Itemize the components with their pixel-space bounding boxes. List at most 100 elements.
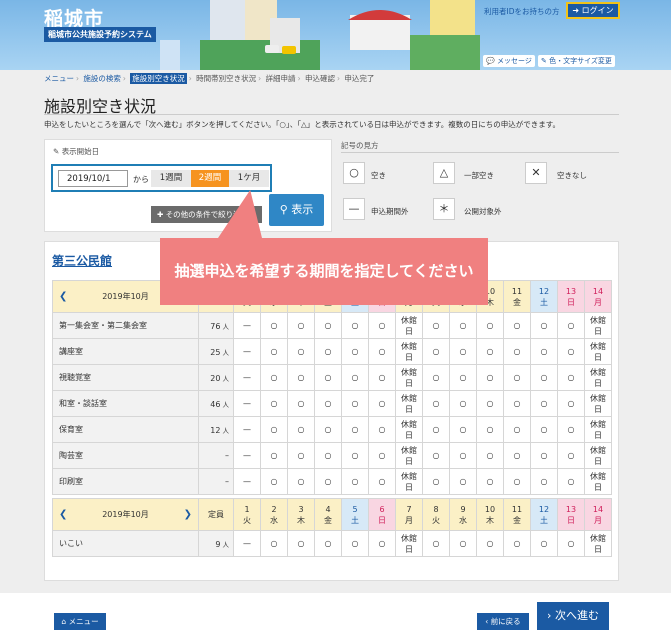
available-cell[interactable]: ○ [368,390,396,417]
day-header[interactable]: 1火 [233,498,261,531]
available-cell[interactable]: ○ [314,364,342,391]
available-cell[interactable]: ○ [341,530,369,557]
available-cell[interactable]: ○ [476,530,504,557]
available-cell[interactable]: ○ [557,364,585,391]
available-cell[interactable]: ○ [503,442,531,469]
available-cell[interactable]: ○ [314,442,342,469]
available-cell[interactable]: ○ [503,530,531,557]
day-header[interactable]: 3木 [287,498,315,531]
available-cell[interactable]: ○ [260,442,288,469]
available-cell[interactable]: ○ [341,442,369,469]
available-cell[interactable]: ○ [341,416,369,443]
available-cell[interactable]: ○ [422,390,450,417]
room-name[interactable]: 陶芸室 [52,442,199,469]
period-2weeks[interactable]: 2週間 [191,170,229,187]
available-cell[interactable]: ○ [341,312,369,339]
available-cell[interactable]: ○ [314,312,342,339]
available-cell[interactable]: ○ [530,390,558,417]
available-cell[interactable]: ○ [557,390,585,417]
available-cell[interactable]: ○ [557,442,585,469]
prev-month-icon[interactable]: ❮ [59,509,67,520]
available-cell[interactable]: ○ [260,416,288,443]
available-cell[interactable]: ○ [287,442,315,469]
available-cell[interactable]: ○ [503,468,531,495]
day-header[interactable]: 9水 [449,498,477,531]
show-button[interactable]: ⚲ 表示 [269,194,324,226]
available-cell[interactable]: ○ [422,338,450,365]
available-cell[interactable]: ○ [422,364,450,391]
available-cell[interactable]: ○ [530,364,558,391]
day-header[interactable]: 10 木 [476,498,504,531]
next-month-icon[interactable]: ❯ [184,509,192,520]
available-cell[interactable]: ○ [287,338,315,365]
day-header[interactable]: 11 金 [503,498,531,531]
available-cell[interactable]: ○ [260,530,288,557]
available-cell[interactable]: ○ [503,364,531,391]
prev-month-icon[interactable]: ❮ [59,291,67,302]
available-cell[interactable]: ○ [449,312,477,339]
available-cell[interactable]: ○ [476,390,504,417]
available-cell[interactable]: ○ [503,390,531,417]
available-cell[interactable]: ○ [422,312,450,339]
available-cell[interactable]: ○ [422,530,450,557]
crumb-menu[interactable]: メニュー [44,74,74,83]
available-cell[interactable]: ○ [557,338,585,365]
available-cell[interactable]: ○ [476,364,504,391]
day-header[interactable]: 7月 [395,498,423,531]
available-cell[interactable]: ○ [287,364,315,391]
available-cell[interactable]: ○ [260,468,288,495]
room-name[interactable]: 保育室 [52,416,199,443]
available-cell[interactable]: ○ [314,468,342,495]
available-cell[interactable]: ○ [422,416,450,443]
day-header[interactable]: 14 月 [584,498,612,531]
available-cell[interactable]: ○ [476,442,504,469]
available-cell[interactable]: ○ [314,530,342,557]
available-cell[interactable]: ○ [449,390,477,417]
available-cell[interactable]: ○ [287,312,315,339]
room-name[interactable]: 視聴覚室 [52,364,199,391]
available-cell[interactable]: ○ [449,338,477,365]
available-cell[interactable]: ○ [368,468,396,495]
available-cell[interactable]: ○ [368,338,396,365]
available-cell[interactable]: ○ [530,530,558,557]
day-header[interactable]: 14 月 [584,280,612,313]
period-1month[interactable]: 1ケ月 [229,170,269,187]
day-header[interactable]: 12 土 [530,280,558,313]
back-button[interactable]: ‹ 前に戻る [477,613,529,630]
available-cell[interactable]: ○ [449,416,477,443]
available-cell[interactable]: ○ [449,530,477,557]
crumb-search[interactable]: 施設の検索 [83,74,121,83]
available-cell[interactable]: ○ [557,416,585,443]
menu-button[interactable]: ⌂ メニュー [54,613,106,630]
available-cell[interactable]: ○ [260,390,288,417]
available-cell[interactable]: ○ [557,530,585,557]
available-cell[interactable]: ○ [557,312,585,339]
day-header[interactable]: 2水 [260,498,288,531]
available-cell[interactable]: ○ [449,442,477,469]
available-cell[interactable]: ○ [341,338,369,365]
room-name[interactable]: 第一集会室・第二集会室 [52,312,199,339]
available-cell[interactable]: ○ [368,312,396,339]
available-cell[interactable]: ○ [422,468,450,495]
available-cell[interactable]: ○ [260,364,288,391]
available-cell[interactable]: ○ [314,338,342,365]
available-cell[interactable]: ○ [341,468,369,495]
available-cell[interactable]: ○ [503,312,531,339]
available-cell[interactable]: ○ [530,338,558,365]
available-cell[interactable]: ○ [476,468,504,495]
available-cell[interactable]: ○ [557,468,585,495]
available-cell[interactable]: ○ [449,468,477,495]
next-button[interactable]: › 次へ進む [537,602,609,630]
available-cell[interactable]: ○ [260,338,288,365]
facility-name[interactable]: 第三公民館 [52,252,112,269]
available-cell[interactable]: ○ [476,416,504,443]
login-button[interactable]: ➜ ログイン [566,2,620,19]
room-name[interactable]: いこい [52,530,199,557]
available-cell[interactable]: ○ [530,468,558,495]
available-cell[interactable]: ○ [314,416,342,443]
start-date-input[interactable] [58,170,128,187]
available-cell[interactable]: ○ [287,390,315,417]
color-font-button[interactable]: ✎ 色・文字サイズ変更 [538,55,615,67]
available-cell[interactable]: ○ [368,416,396,443]
available-cell[interactable]: ○ [476,312,504,339]
